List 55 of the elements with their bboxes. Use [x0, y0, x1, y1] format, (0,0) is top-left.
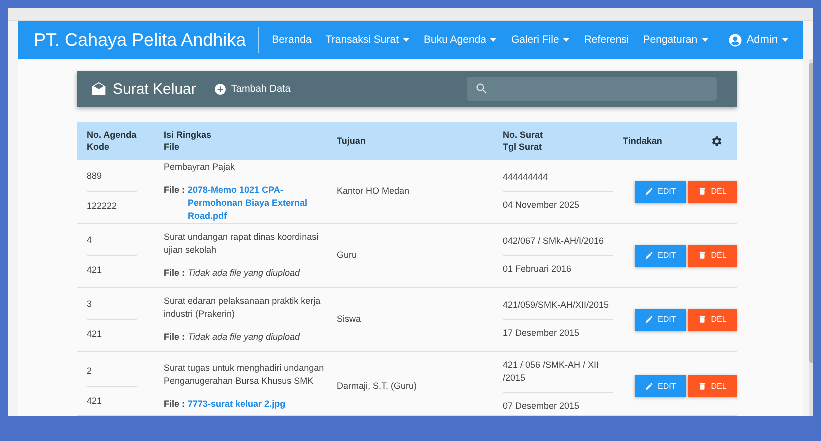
nav-menu-item[interactable]: Transaksi Surat	[318, 34, 417, 46]
nav-menu-item[interactable]: Galeri File	[504, 34, 578, 46]
recipient-text: Guru	[337, 249, 358, 262]
nav-menu-item[interactable]: Buku Agenda	[416, 34, 504, 46]
agenda-number: 2	[87, 356, 137, 386]
code-text: 421	[87, 328, 104, 341]
no-file-text: Tidak ada file yang diupload	[188, 267, 300, 280]
letter-date: 04 November 2025	[503, 199, 581, 212]
recipient-text: Darmaji, S.T. (Guru)	[337, 380, 418, 392]
file-label: File :	[164, 331, 186, 344]
file-link[interactable]: 7773-surat keluar 2.jpg	[188, 398, 337, 410]
agenda-number: 3	[87, 290, 137, 320]
column-header: Tujuan	[337, 135, 367, 147]
file-label: File :	[164, 398, 186, 410]
delete-button[interactable]: DEL	[688, 244, 737, 266]
panel-title: Surat Keluar	[113, 80, 196, 98]
file-link[interactable]: 2078-Memo 1021 CPA-Permohonan Biaya External Road.pdf	[188, 184, 337, 222]
column-header: No. Surat Tgl Surat	[503, 129, 544, 153]
nav-menu-item[interactable]: Pengaturan	[636, 34, 716, 46]
edit-button[interactable]: EDIT	[635, 375, 686, 397]
letter-date: 17 Desember 2015	[503, 327, 581, 340]
add-data-button[interactable]: Tambah Data	[214, 82, 291, 96]
delete-button[interactable]: DEL	[688, 375, 737, 397]
summary-text: Pembayran Pajak	[164, 160, 236, 174]
delete-button[interactable]: DEL	[688, 180, 737, 202]
brand-title: PT. Cahaya Pelita Andhika	[34, 27, 260, 54]
column-header: Isi Ringkas File	[164, 129, 213, 153]
agenda-number: 4	[87, 226, 137, 256]
recipient-text: Kantor HO Medan	[337, 185, 411, 198]
code-text: 421	[87, 264, 104, 277]
edit-button[interactable]: EDIT	[635, 308, 686, 330]
no-file-text: Tidak ada file yang diupload	[188, 331, 300, 344]
user-menu[interactable]: Admin	[720, 32, 789, 48]
edit-button[interactable]: EDIT	[635, 244, 686, 266]
column-header: Tindakan	[623, 135, 662, 147]
edit-button[interactable]: EDIT	[635, 180, 686, 202]
letter-date: 01 Februari 2016	[503, 263, 573, 276]
letter-date: 07 Desember 2015	[503, 400, 581, 413]
letter-number: 042/067 / SMk-AH/I/2016	[503, 228, 613, 256]
recipient-text: Siswa	[337, 313, 362, 326]
nav-menu-item[interactable]: Beranda	[265, 34, 319, 46]
summary-text: Surat tugas untuk menghadiri undangan Penganugerahan Bursa Khusus SMK	[164, 362, 326, 388]
file-label: File :	[164, 184, 186, 196]
letter-number: 444444444	[503, 164, 613, 192]
letter-number: 421 / 056 /SMK-AH / XII /2015	[503, 352, 613, 393]
nav-menu-item[interactable]: Referensi	[577, 34, 636, 46]
code-text: 421	[87, 394, 104, 408]
delete-button[interactable]: DEL	[688, 308, 737, 330]
summary-text: Surat edaran pelaksanaan praktik kerja industri (Prakerin)	[164, 295, 322, 321]
column-header: No. Agenda Kode	[87, 129, 138, 153]
file-label: File :	[164, 267, 186, 280]
agenda-number: 889	[87, 162, 137, 192]
code-text: 122222	[87, 200, 118, 213]
letter-number: 421/059/SMK-AH/XII/2015	[503, 292, 613, 320]
summary-text: Surat undangan rapat dinas koordinasi ujian sekolah	[164, 231, 320, 257]
